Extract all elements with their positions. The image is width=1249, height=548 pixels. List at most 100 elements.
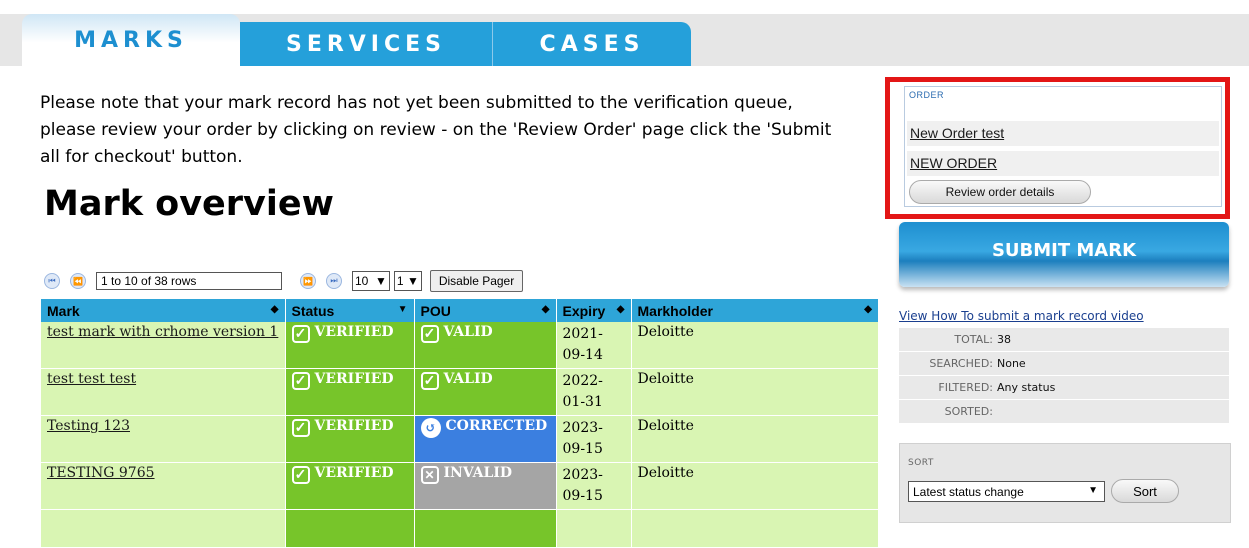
status-cell: ✓ VERIFIED: [285, 322, 415, 369]
page-number-value: 1: [396, 274, 404, 288]
mark-link[interactable]: test mark with crhome version 1: [47, 324, 278, 340]
stat-key: SEARCHED:: [929, 357, 993, 370]
pou-badge: INVALID: [443, 465, 513, 481]
expiry-year: 2023-: [562, 420, 603, 436]
tab-services[interactable]: SERVICES: [240, 22, 492, 66]
table-header-row: Mark ◆ Status ▼ POU ◆ Expiry ◆ Markholder ◆: [41, 299, 879, 322]
x-icon: ✕: [420, 466, 439, 484]
stat-searched: SEARCHED: None: [899, 352, 1229, 375]
order-link-new-order-test[interactable]: New Order test: [910, 125, 1004, 141]
check-icon: ✓: [291, 466, 310, 484]
status-badge: VERIFIED: [314, 418, 394, 434]
expiry-cell: 2022- 01-31: [556, 368, 632, 416]
expiry-monthday: 01-31: [562, 394, 603, 410]
sort-icon: ◆: [616, 304, 625, 315]
mark-cell: Testing 123: [41, 415, 286, 463]
column-header-markholder[interactable]: Markholder ◆: [631, 299, 879, 322]
mark-cell: [41, 509, 286, 548]
order-item: New Order test: [907, 121, 1219, 146]
mark-link[interactable]: test test test: [47, 371, 136, 387]
column-header-pou[interactable]: POU ◆: [414, 299, 557, 322]
page-number-select[interactable]: 1 ▼: [393, 271, 422, 291]
check-icon: ✓: [291, 372, 310, 390]
page-size-value: 10: [355, 274, 369, 288]
page-size-select[interactable]: 10 ▼: [352, 271, 390, 291]
table-row: test mark with crhome version 1 ✓ VERIFIE…: [41, 322, 879, 369]
page-title: Mark overview: [44, 184, 334, 224]
order-item: NEW ORDER: [907, 151, 1219, 176]
table-row: Testing 123 ✓ VERIFIED ↺ CORRECTED 2023- 09…: [41, 415, 879, 463]
mark-link[interactable]: TESTING 9765: [47, 465, 155, 481]
expiry-cell: [556, 509, 632, 548]
first-page-icon[interactable]: ⏮: [44, 273, 60, 289]
stat-key: SORTED:: [944, 405, 993, 418]
stat-filtered: FILTERED: Any status: [899, 376, 1229, 399]
expiry-cell: 2021- 09-14: [556, 322, 632, 369]
tab-cases[interactable]: CASES: [492, 22, 691, 66]
markholder-cell: Deloitte: [631, 368, 879, 416]
column-header-mark[interactable]: Mark ◆: [41, 299, 286, 322]
pou-cell: [414, 509, 557, 548]
pou-badge: VALID: [443, 324, 493, 340]
status-cell: [285, 509, 415, 548]
disable-pager-button[interactable]: Disable Pager: [429, 270, 524, 292]
status-cell: ✓ VERIFIED: [285, 462, 415, 510]
header-label: Markholder: [637, 302, 713, 319]
mark-link[interactable]: Testing 123: [47, 418, 130, 434]
status-cell: ✓ VERIFIED: [285, 415, 415, 463]
pager: ⏮ ⏪ 1 to 10 of 38 rows ⏩ ⏭ 10 ▼ 1 ▼ Disa…: [44, 270, 524, 292]
chevron-down-icon: ▼: [375, 274, 387, 288]
header-label: Expiry: [562, 302, 606, 319]
review-order-button[interactable]: Review order details: [909, 180, 1091, 204]
check-icon: ✓: [291, 325, 310, 343]
next-page-icon[interactable]: ⏩: [300, 273, 316, 289]
stats-panel: TOTAL: 38 SEARCHED: None FILTERED: Any stat…: [899, 328, 1229, 424]
prev-page-icon[interactable]: ⏪: [70, 273, 86, 289]
expiry-monthday: 09-15: [562, 441, 603, 457]
expiry-monthday: 09-14: [562, 347, 603, 363]
sort-panel: SORT Latest status change ▼ Sort: [899, 443, 1231, 523]
column-header-status[interactable]: Status ▼: [285, 299, 415, 322]
expiry-year: 2023-: [562, 467, 603, 483]
pou-cell: ↺ CORRECTED: [414, 415, 557, 463]
expiry-year: 2022-: [562, 373, 603, 389]
markholder-cell: Deloitte: [631, 415, 879, 463]
pou-cell: ✕ INVALID: [414, 462, 557, 510]
tab-marks[interactable]: MARKS: [22, 14, 240, 66]
table-row-partial: [41, 509, 879, 548]
rows-range-field[interactable]: 1 to 10 of 38 rows: [96, 272, 282, 290]
stat-value: 38: [997, 333, 1011, 346]
mark-cell: test mark with crhome version 1: [41, 322, 286, 369]
status-cell: ✓ VERIFIED: [285, 368, 415, 416]
status-badge: VERIFIED: [314, 324, 394, 340]
sort-icon: ◆: [864, 304, 872, 315]
expiry-year: 2021-: [562, 326, 603, 342]
order-label: ORDER: [909, 90, 945, 100]
mark-cell: TESTING 9765: [41, 462, 286, 510]
column-header-expiry[interactable]: Expiry ◆: [556, 299, 632, 322]
order-panel: ORDER New Order test NEW ORDER Review or…: [904, 86, 1222, 207]
stat-sorted: SORTED:: [899, 400, 1229, 423]
last-page-icon[interactable]: ⏭: [326, 273, 342, 289]
expiry-monthday: 09-15: [562, 488, 603, 504]
pou-cell: ✓ VALID: [414, 322, 557, 369]
sort-label: SORT: [908, 458, 934, 468]
sort-select[interactable]: Latest status change ▼: [908, 481, 1105, 502]
stat-key: TOTAL:: [954, 333, 993, 346]
order-link-new-order[interactable]: NEW ORDER: [910, 155, 997, 171]
pou-badge: VALID: [443, 371, 493, 387]
header-label: Mark: [47, 302, 80, 319]
stat-value: Any status: [997, 381, 1056, 394]
expiry-cell: 2023- 09-15: [556, 462, 632, 510]
header-label: POU: [420, 302, 451, 319]
check-icon: ✓: [291, 419, 310, 437]
submit-mark-button[interactable]: SUBMIT MARK: [899, 222, 1229, 287]
sort-icon: ◆: [270, 304, 279, 315]
header-label: Status: [291, 302, 335, 319]
status-badge: VERIFIED: [314, 465, 394, 481]
stat-key: FILTERED:: [938, 381, 993, 394]
check-icon: ✓: [420, 372, 439, 390]
check-icon: ✓: [420, 325, 439, 343]
sort-button[interactable]: Sort: [1111, 479, 1179, 503]
video-link[interactable]: View How To submit a mark record video: [899, 309, 1144, 323]
